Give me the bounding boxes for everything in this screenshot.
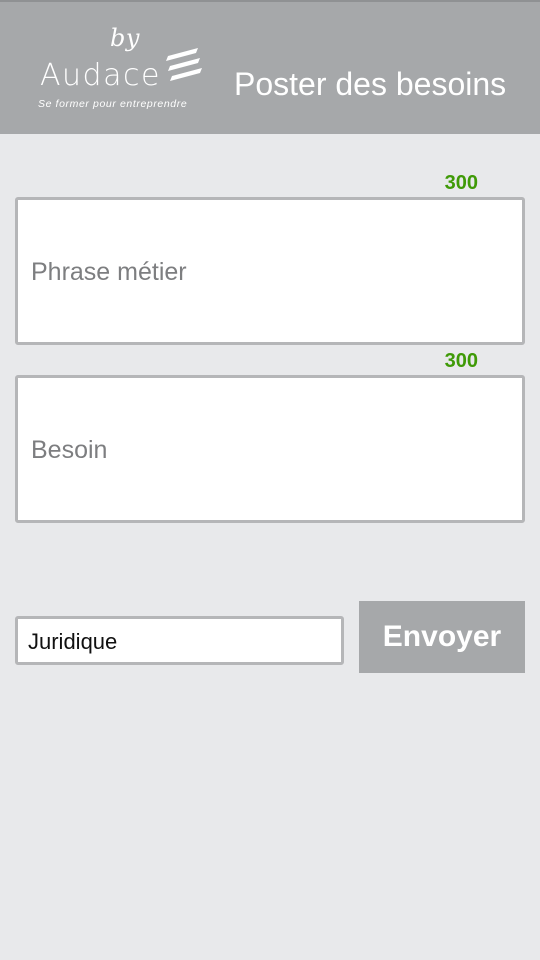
besoin-char-counter: 300 bbox=[444, 350, 478, 372]
besoin-placeholder: Besoin bbox=[31, 436, 108, 464]
phrase-metier-placeholder: Phrase métier bbox=[31, 258, 187, 286]
logo-stripes-icon bbox=[166, 48, 202, 81]
audace-logo: by Audace Se former pour entreprendre bbox=[38, 24, 210, 116]
logo-brand-text: Audace bbox=[40, 58, 161, 93]
logo-tagline: Se former pour entreprendre bbox=[38, 98, 188, 110]
besoin-field[interactable]: Besoin bbox=[15, 375, 525, 523]
category-selected-value: Juridique bbox=[28, 629, 118, 654]
logo-by-text: by bbox=[110, 24, 140, 52]
category-select[interactable]: Juridique bbox=[15, 616, 344, 665]
phrase-metier-field[interactable]: Phrase métier bbox=[15, 197, 525, 345]
app-header: by Audace Se former pour entreprendre Po… bbox=[0, 0, 540, 134]
send-button[interactable]: Envoyer bbox=[359, 601, 525, 673]
phrase-metier-char-counter: 300 bbox=[444, 172, 478, 194]
page-title: Poster des besoins bbox=[234, 66, 507, 102]
